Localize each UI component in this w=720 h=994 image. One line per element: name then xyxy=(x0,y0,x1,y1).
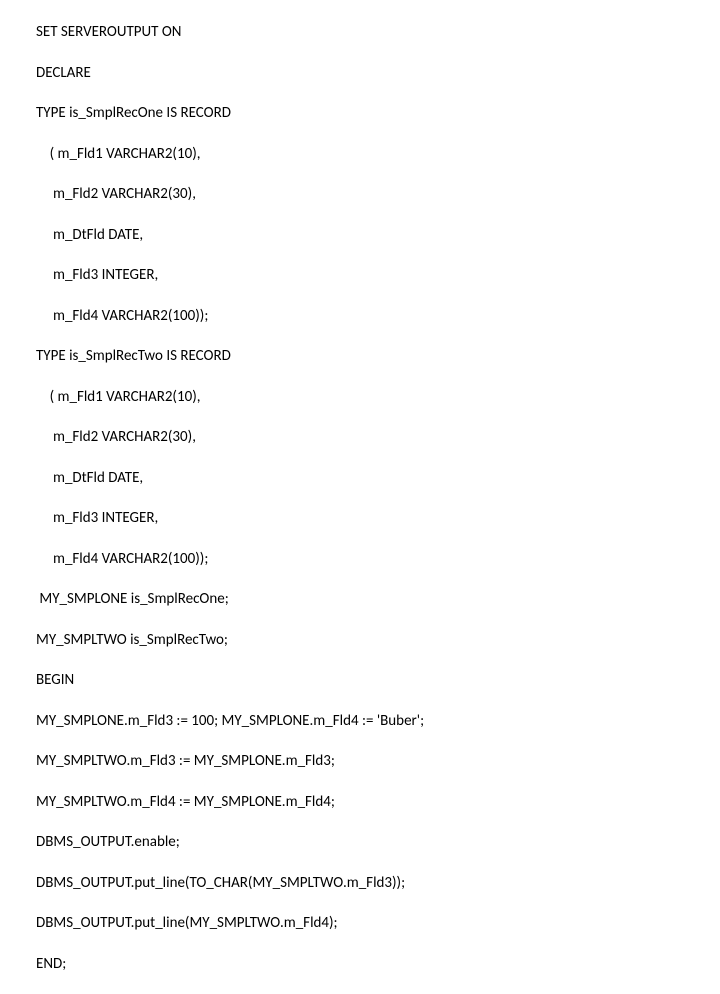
code-line: MY_SMPLONE is_SmplRecOne; xyxy=(36,589,720,609)
code-line: TYPE is_SmplRecOne IS RECORD xyxy=(36,103,720,123)
code-line: SET SERVEROUTPUT ON xyxy=(36,22,720,42)
code-line: m_Fld2 VARCHAR2(30), xyxy=(36,427,720,447)
code-line: DBMS_OUTPUT.put_line(TO_CHAR(MY_SMPLTWO.… xyxy=(36,873,720,893)
code-line: m_Fld2 VARCHAR2(30), xyxy=(36,184,720,204)
code-line: m_DtFld DATE, xyxy=(36,468,720,488)
code-line: m_DtFld DATE, xyxy=(36,225,720,245)
code-line: MY_SMPLTWO.m_Fld3 := MY_SMPLONE.m_Fld3; xyxy=(36,751,720,771)
code-line: BEGIN xyxy=(36,670,720,690)
code-block: SET SERVEROUTPUT ON DECLARE TYPE is_Smpl… xyxy=(36,2,720,994)
code-line: MY_SMPLTWO.m_Fld4 := MY_SMPLONE.m_Fld4; xyxy=(36,792,720,812)
code-line: MY_SMPLTWO is_SmplRecTwo; xyxy=(36,630,720,650)
code-line: m_Fld3 INTEGER, xyxy=(36,265,720,285)
code-line: MY_SMPLONE.m_Fld3 := 100; MY_SMPLONE.m_F… xyxy=(36,711,720,731)
code-line: DBMS_OUTPUT.put_line(MY_SMPLTWO.m_Fld4); xyxy=(36,913,720,933)
code-line: m_Fld3 INTEGER, xyxy=(36,508,720,528)
code-line: DECLARE xyxy=(36,63,720,83)
code-line: m_Fld4 VARCHAR2(100)); xyxy=(36,549,720,569)
code-line: TYPE is_SmplRecTwo IS RECORD xyxy=(36,346,720,366)
code-line: ( m_Fld1 VARCHAR2(10), xyxy=(36,387,720,407)
code-line: DBMS_OUTPUT.enable; xyxy=(36,832,720,852)
code-line: m_Fld4 VARCHAR2(100)); xyxy=(36,306,720,326)
code-line: END; xyxy=(36,954,720,974)
code-line: ( m_Fld1 VARCHAR2(10), xyxy=(36,144,720,164)
